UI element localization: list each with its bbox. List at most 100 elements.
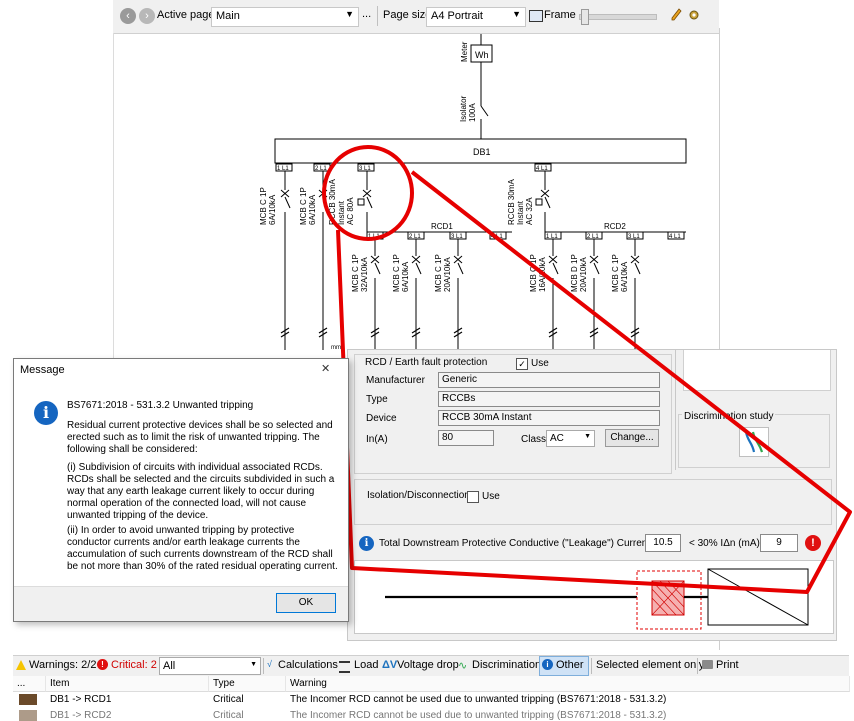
- discrimination-tab[interactable]: Discrimination: [472, 659, 541, 671]
- threshold-value: 9: [760, 534, 798, 552]
- db1-port-1: 1 L1: [277, 166, 289, 172]
- manufacturer-label: Manufacturer: [366, 375, 425, 386]
- dialog-para-3: (ii) In order to avoid unwanted tripping…: [67, 525, 338, 572]
- rcd1-label[interactable]: RCD1: [431, 222, 453, 231]
- table-row[interactable]: DB1 -> RCD2 Critical The Incomer RCD can…: [13, 708, 849, 721]
- protection-panel: RCD / Earth fault protection ✓ Use Manuf…: [347, 349, 837, 641]
- row-warning: The Incomer RCD cannot be used due to un…: [290, 694, 667, 705]
- type-label: Type: [366, 394, 388, 405]
- discrimination-study-button[interactable]: [739, 427, 769, 457]
- curve-preview: [354, 560, 834, 634]
- rcd1-mcb2-rating: 6A/10kA: [401, 261, 410, 292]
- column-header-more[interactable]: ...: [13, 676, 46, 692]
- table-row[interactable]: DB1 -> RCD1 Critical The Incomer RCD can…: [13, 692, 849, 707]
- rcd2-mcb3-rating: 6A/10kA: [620, 261, 629, 292]
- upper-right-box: [683, 350, 831, 391]
- print-button[interactable]: Print: [716, 659, 739, 671]
- row-db-icon: [19, 694, 37, 705]
- class-value: AC: [550, 433, 564, 444]
- dialog-para-2: (i) Subdivision of circuits with individ…: [67, 462, 335, 521]
- row-warning: The Incomer RCD cannot be used due to un…: [290, 710, 667, 721]
- rcd1-mcb3-type: MCB C 1P: [434, 254, 443, 292]
- db1-port-4: 4 L1: [536, 166, 548, 172]
- rcd2-mcb1-type: MCB C 1P: [529, 254, 538, 292]
- dialog-heading: BS7671:2018 - 531.3.2 Unwanted tripping: [67, 400, 254, 411]
- threshold-label: < 30% IΔn (mA): [689, 538, 760, 549]
- rcd2-mcb2-type: MCB D 1P: [570, 254, 579, 292]
- filter-value: All: [163, 660, 176, 672]
- panel-divider: [675, 350, 676, 470]
- db1-label[interactable]: DB1: [473, 147, 491, 157]
- device-label: Device: [366, 413, 397, 424]
- warnings-table: ... Item Type Warning DB1 -> RCD1 Critic…: [13, 676, 850, 721]
- warnings-count[interactable]: Warnings: 2/2: [29, 659, 96, 671]
- rcd2-mcb3-type: MCB C 1P: [611, 254, 620, 292]
- row-db-icon: [19, 710, 37, 721]
- branch2-mcb-rating: 6A/10kA: [308, 194, 317, 225]
- info-icon: i: [542, 659, 553, 670]
- critical-count[interactable]: Critical: 2: [111, 659, 157, 671]
- device-field[interactable]: RCCB 30mA Instant: [438, 410, 660, 426]
- toolbar-divider: [591, 658, 592, 674]
- manufacturer-field[interactable]: Generic: [438, 372, 660, 388]
- load-tab[interactable]: Load: [354, 659, 378, 671]
- chevron-down-icon: ▼: [584, 433, 591, 440]
- rccb1-rating: AC 80A: [346, 197, 355, 225]
- rccb1-mode: Instant: [337, 200, 346, 225]
- ok-button[interactable]: OK: [276, 593, 336, 613]
- column-header-item[interactable]: Item: [46, 676, 209, 692]
- meter-symbol: Wh: [475, 50, 489, 60]
- discrimination-curve-icon: [744, 431, 764, 453]
- warnings-toolbar: Warnings: 2/2 ! Critical: 2 All ▼ √ Calc…: [13, 655, 849, 677]
- dialog-footer: OK: [14, 586, 348, 621]
- rcd1-mcb2-type: MCB C 1P: [392, 254, 401, 292]
- rcd-use-checkbox[interactable]: ✓: [516, 358, 528, 370]
- info-icon: i: [359, 536, 374, 551]
- dialog-title: Message: [20, 364, 65, 376]
- rccb2-type: RCCB 30mA: [507, 179, 516, 225]
- info-icon: i: [34, 401, 58, 425]
- class-label: Class: [521, 434, 547, 445]
- row-item: DB1 -> RCD1: [50, 694, 112, 705]
- row-item: DB1 -> RCD2: [50, 710, 112, 721]
- toolbar-divider: [697, 658, 698, 674]
- column-header-type[interactable]: Type: [209, 676, 286, 692]
- calculations-icon: √: [267, 659, 272, 669]
- isolation-use-label: Use: [482, 491, 500, 502]
- type-field[interactable]: RCCBs: [438, 391, 660, 407]
- critical-icon: !: [97, 659, 108, 670]
- rcd1-port-4: 4 L1: [491, 234, 503, 240]
- column-header-warning[interactable]: Warning: [286, 676, 850, 692]
- class-select[interactable]: AC ▼: [546, 430, 595, 447]
- critical-alert-icon: !: [805, 535, 821, 551]
- selected-element-only-toggle[interactable]: Selected element only: [596, 659, 704, 671]
- toolbar-divider: [263, 658, 264, 674]
- in-label: In(A): [366, 434, 388, 445]
- rcd1-mcb1-rating: 32A/10kA: [360, 257, 369, 292]
- rcd1-port-2: 2 L1: [409, 234, 421, 240]
- branch1-mcb-rating: 6A/10kA: [268, 194, 277, 225]
- db1-port-3: 3 L1: [359, 166, 371, 172]
- rcd2-port-1: 1 L1: [546, 234, 558, 240]
- rcd2-mcb1-rating: 16A/10kA: [538, 257, 547, 292]
- rcd1-mcb3-rating: 20A/10kA: [443, 257, 452, 292]
- load-icon: [339, 661, 350, 673]
- rcd1-port-3: 3 L1: [451, 234, 463, 240]
- rcd2-label[interactable]: RCD2: [604, 222, 626, 231]
- meter-label: Meter: [460, 41, 469, 62]
- isolation-use-checkbox[interactable]: [467, 491, 479, 503]
- leakage-label: Total Downstream Protective Conductive (…: [379, 538, 680, 549]
- chevron-down-icon: ▼: [250, 661, 257, 668]
- row-type: Critical: [213, 694, 244, 705]
- rcd2-port-4: 4 L1: [669, 234, 681, 240]
- in-field[interactable]: 80: [438, 430, 494, 446]
- close-icon[interactable]: ✕: [321, 362, 330, 375]
- filter-select[interactable]: All ▼: [159, 657, 261, 675]
- warning-icon: [16, 660, 26, 670]
- cable-size-unit: mm²: [331, 345, 343, 351]
- change-button[interactable]: Change...: [605, 429, 659, 447]
- calculations-tab[interactable]: Calculations: [278, 659, 338, 671]
- isolator-rating: 100A: [468, 103, 477, 122]
- voltage-drop-tab[interactable]: Voltage drop: [397, 659, 459, 671]
- other-tab[interactable]: Other: [556, 659, 584, 671]
